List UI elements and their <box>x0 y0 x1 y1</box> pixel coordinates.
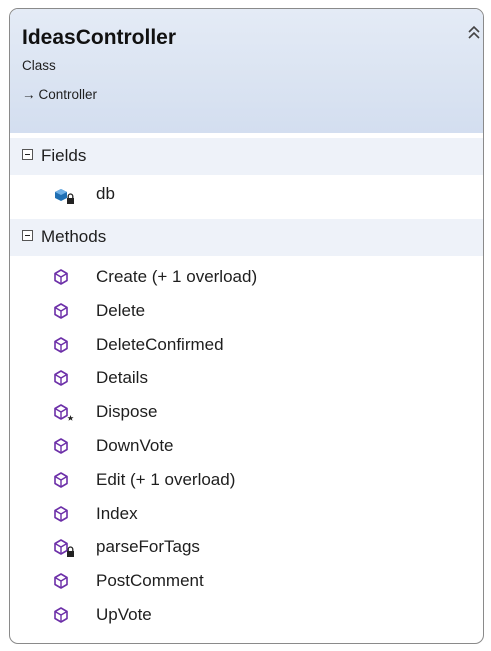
methods-label: Methods <box>41 227 107 246</box>
member-row[interactable]: Create (+ 1 overload) <box>10 263 483 293</box>
member-name: PostComment <box>96 571 204 591</box>
method-icon <box>54 505 68 522</box>
member-name: Create (+ 1 overload) <box>96 267 258 286</box>
member-name: DeleteConfirmed <box>96 334 224 354</box>
method-icon <box>54 607 68 623</box>
member-name: Details <box>96 368 148 388</box>
class-header: IdeasController Class → Controller <box>10 9 483 133</box>
base-class: → Controller <box>22 87 97 102</box>
method-icon <box>54 573 68 589</box>
member-row[interactable]: Delete <box>10 297 483 327</box>
private-method-icon <box>54 539 74 558</box>
class-shape[interactable]: IdeasController Class → Controller Fields… <box>9 8 484 644</box>
member-row[interactable]: Details <box>10 364 483 394</box>
protected-method-icon <box>54 404 74 421</box>
method-icon <box>54 336 68 353</box>
member-row[interactable]: Dispose <box>10 398 483 428</box>
private-field-icon <box>55 189 74 204</box>
member-name: parseForTags <box>96 537 200 557</box>
member-row[interactable]: PostComment <box>10 567 483 597</box>
collapse-toggle-icon[interactable] <box>22 149 33 160</box>
member-row[interactable]: DeleteConfirmed <box>10 331 483 361</box>
method-icon <box>54 370 68 387</box>
class-kind: Class <box>22 58 56 73</box>
member-name: Dispose <box>96 402 158 422</box>
method-icon <box>54 302 68 319</box>
member-name: DownVote <box>96 436 174 455</box>
collapse-chevron-icon[interactable] <box>466 23 482 43</box>
member-row[interactable]: UpVote <box>10 601 483 631</box>
member-row[interactable]: Edit (+ 1 overload) <box>10 466 483 496</box>
methods-section-header[interactable]: Methods <box>10 219 483 256</box>
member-name: UpVote <box>96 605 152 624</box>
member-row[interactable]: Index <box>10 500 483 530</box>
fields-label: Fields <box>41 146 87 165</box>
base-class-name: Controller <box>38 87 98 102</box>
member-name: db <box>96 184 115 203</box>
class-name[interactable]: IdeasController <box>22 26 176 50</box>
member-name: Index <box>96 503 138 523</box>
method-icon <box>54 438 68 454</box>
member-name: Delete <box>96 300 146 320</box>
collapse-toggle-icon[interactable] <box>22 230 33 241</box>
inheritance-arrow-icon: → <box>22 87 36 102</box>
fields-section-header[interactable]: Fields <box>10 138 483 175</box>
member-row[interactable]: parseForTags <box>10 533 483 563</box>
member-row[interactable]: DownVote <box>10 432 483 462</box>
method-icon <box>54 471 68 488</box>
member-row[interactable]: db <box>10 180 483 210</box>
method-icon <box>54 269 68 285</box>
member-name: Edit (+ 1 overload) <box>96 469 236 489</box>
